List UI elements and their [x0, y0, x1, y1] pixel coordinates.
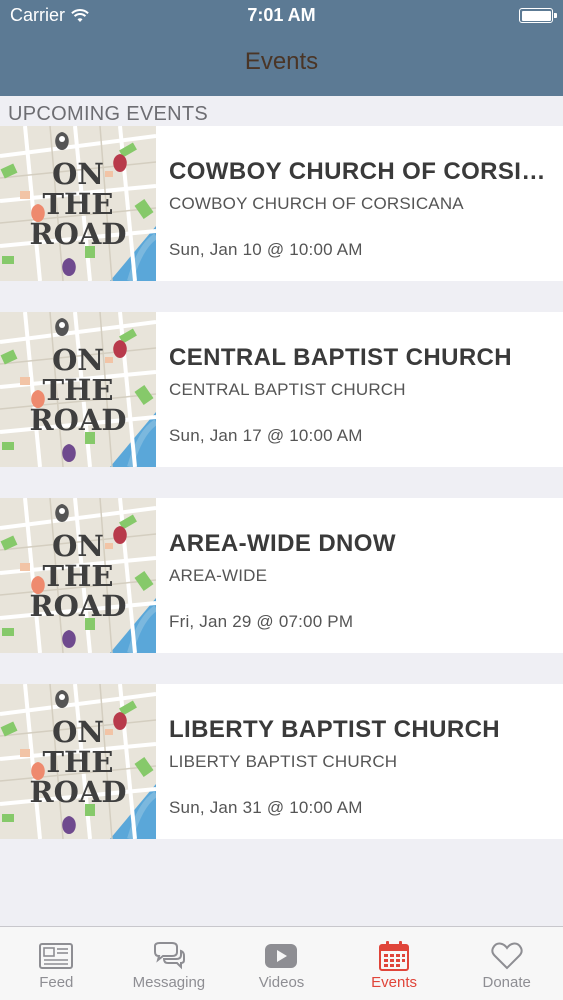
- tab-events[interactable]: Events: [338, 927, 451, 1000]
- event-title: LIBERTY BAPTIST CHURCH: [169, 716, 501, 743]
- svg-text:ON: ON: [52, 529, 104, 563]
- tab-label: Messaging: [132, 974, 206, 991]
- svg-text:THE: THE: [42, 745, 113, 779]
- tab-label: Videos: [258, 974, 305, 991]
- event-location: CENTRAL BAPTIST CHURCH: [169, 380, 406, 399]
- event-row[interactable]: ON THE ROAD COWBOY CHURCH OF CORSICANA CO…: [0, 126, 563, 281]
- svg-text:THE: THE: [42, 187, 113, 221]
- calendar-icon: [376, 941, 412, 971]
- event-date: Sun, Jan 31 @ 10:00 AM: [169, 798, 363, 817]
- status-time: 7:01 AM: [247, 5, 316, 25]
- event-location: LIBERTY BAPTIST CHURCH: [169, 752, 398, 771]
- tab-label: Feed: [39, 974, 74, 991]
- tab-label: Events: [371, 974, 417, 991]
- event-thumbnail: ON THE ROAD: [0, 126, 156, 281]
- newspaper-icon: [38, 941, 74, 971]
- svg-text:THE: THE: [42, 373, 113, 407]
- status-bar: Carrier 7:01 AM: [0, 0, 563, 32]
- page-title: Events: [244, 48, 319, 75]
- event-date: Fri, Jan 29 @ 07:00 PM: [169, 612, 354, 631]
- section-header: UPCOMING EVENTS: [8, 103, 209, 125]
- event-row[interactable]: ON THE ROAD AREA-WIDE DNOW AREA-WIDE Fri, …: [0, 498, 563, 653]
- chat-bubbles-icon: [151, 941, 187, 971]
- svg-text:ROAD: ROAD: [29, 775, 126, 809]
- tab-videos[interactable]: Videos: [225, 927, 338, 1000]
- tab-bar: Feed Messaging Videos Events Donate: [0, 926, 563, 1000]
- event-thumbnail: ON THE ROAD: [0, 684, 156, 839]
- svg-text:ROAD: ROAD: [29, 217, 126, 251]
- svg-text:ROAD: ROAD: [29, 589, 126, 623]
- tab-donate[interactable]: Donate: [450, 927, 563, 1000]
- event-row[interactable]: ON THE ROAD CENTRAL BAPTIST CHURCH CENTRA…: [0, 312, 563, 467]
- tab-feed[interactable]: Feed: [0, 927, 113, 1000]
- event-date: Sun, Jan 10 @ 10:00 AM: [169, 240, 363, 259]
- battery-icon: [519, 8, 557, 23]
- event-row[interactable]: ON THE ROAD LIBERTY BAPTIST CHURCH LIBERT…: [0, 684, 563, 839]
- event-date: Sun, Jan 17 @ 10:00 AM: [169, 426, 363, 445]
- event-location: AREA-WIDE: [169, 566, 268, 585]
- svg-text:ON: ON: [52, 343, 104, 377]
- svg-text:ON: ON: [52, 157, 104, 191]
- tab-messaging[interactable]: Messaging: [113, 927, 226, 1000]
- heart-icon: [489, 941, 525, 971]
- nav-header: Carrier 7:01 AM Events: [0, 0, 563, 96]
- event-title: COWBOY CHURCH OF CORSICANA: [169, 158, 554, 185]
- svg-text:ROAD: ROAD: [29, 403, 126, 437]
- svg-text:ON: ON: [52, 715, 104, 749]
- play-button-icon: [263, 941, 299, 971]
- svg-text:THE: THE: [42, 559, 113, 593]
- event-title: AREA-WIDE DNOW: [169, 530, 396, 557]
- event-title: CENTRAL BAPTIST CHURCH: [169, 344, 513, 371]
- event-location: COWBOY CHURCH OF CORSICANA: [169, 194, 464, 213]
- tab-label: Donate: [482, 974, 531, 991]
- event-thumbnail: ON THE ROAD: [0, 312, 156, 467]
- event-thumbnail: ON THE ROAD: [0, 498, 156, 653]
